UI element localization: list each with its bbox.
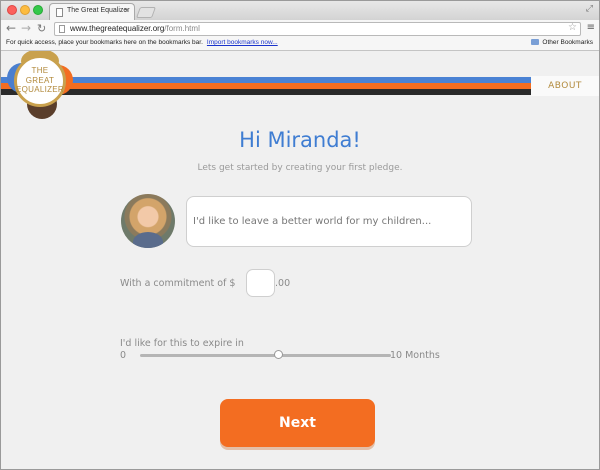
- user-avatar: [121, 194, 175, 248]
- page-icon: [59, 25, 65, 33]
- page-content: ABOUT THE GREAT EQUALIZER Hi Miranda! Le…: [1, 51, 599, 469]
- site-logo[interactable]: THE GREAT EQUALIZER: [5, 51, 75, 119]
- forward-icon[interactable]: →: [21, 21, 31, 35]
- tab-close-icon[interactable]: ×: [124, 6, 129, 15]
- browser-window: The Great Equalizer × ⤢ ← → ↻ www.thegre…: [0, 0, 600, 470]
- reload-icon[interactable]: ↻: [37, 22, 46, 35]
- logo-line-2: GREAT: [25, 75, 55, 85]
- url-host: www.thegreatequalizer.org: [70, 24, 165, 33]
- other-bookmarks[interactable]: Other Bookmarks: [531, 39, 593, 46]
- close-window-button[interactable]: [7, 5, 17, 15]
- new-tab-button[interactable]: [135, 7, 157, 18]
- bookmarks-bar: For quick access, place your bookmarks h…: [1, 38, 599, 51]
- commitment-amount-input[interactable]: [246, 269, 275, 297]
- commitment-label: With a commitment of $: [120, 278, 236, 289]
- logo-line-3: EQUALIZER: [15, 85, 65, 94]
- slider-max-label: 10 Months: [390, 350, 440, 361]
- expire-slider-track[interactable]: [140, 354, 391, 357]
- url-text: www.thegreatequalizer.org/form.html: [70, 24, 200, 33]
- browser-tab[interactable]: The Great Equalizer ×: [49, 3, 135, 20]
- back-icon[interactable]: ←: [6, 21, 16, 35]
- slider-min-label: 0: [120, 350, 127, 361]
- address-bar[interactable]: www.thegreatequalizer.org/form.html ☆: [54, 22, 581, 36]
- bookmarks-hint: For quick access, place your bookmarks h…: [6, 39, 278, 46]
- expire-slider-thumb[interactable]: [273, 350, 283, 359]
- expire-label: I'd like for this to expire in: [120, 338, 244, 349]
- import-bookmarks-link[interactable]: Import bookmarks now...: [207, 39, 278, 46]
- title-bar: The Great Equalizer × ⤢: [1, 1, 599, 21]
- tab-title: The Great Equalizer: [67, 7, 130, 14]
- browser-toolbar: ← → ↻ www.thegreatequalizer.org/form.htm…: [1, 20, 599, 38]
- url-path: /form.html: [164, 24, 200, 33]
- menu-icon[interactable]: ≡: [587, 22, 595, 33]
- commitment-cents: .00: [275, 278, 291, 289]
- header-stripe-black: [1, 89, 531, 95]
- logo-line-1: THE: [31, 66, 49, 75]
- pledge-input[interactable]: I'd like to leave a better world for my …: [186, 196, 472, 247]
- fullscreen-icon[interactable]: ⤢: [586, 4, 593, 14]
- nav-about-link[interactable]: ABOUT: [531, 76, 599, 96]
- greeting-subtitle: Lets get started by creating your first …: [197, 163, 403, 173]
- avatar-shirt: [133, 232, 163, 248]
- page-icon: [56, 8, 63, 17]
- minimize-window-button[interactable]: [20, 5, 30, 15]
- other-bookmarks-label: Other Bookmarks: [542, 39, 593, 46]
- bookmark-star-icon[interactable]: ☆: [568, 22, 577, 33]
- zoom-window-button[interactable]: [33, 5, 43, 15]
- next-button[interactable]: Next: [220, 399, 375, 447]
- folder-icon: [531, 39, 540, 45]
- bookmarks-hint-text: For quick access, place your bookmarks h…: [6, 39, 203, 46]
- logo-text: THE GREAT EQUALIZER: [14, 66, 66, 95]
- greeting-title: Hi Miranda!: [239, 128, 361, 152]
